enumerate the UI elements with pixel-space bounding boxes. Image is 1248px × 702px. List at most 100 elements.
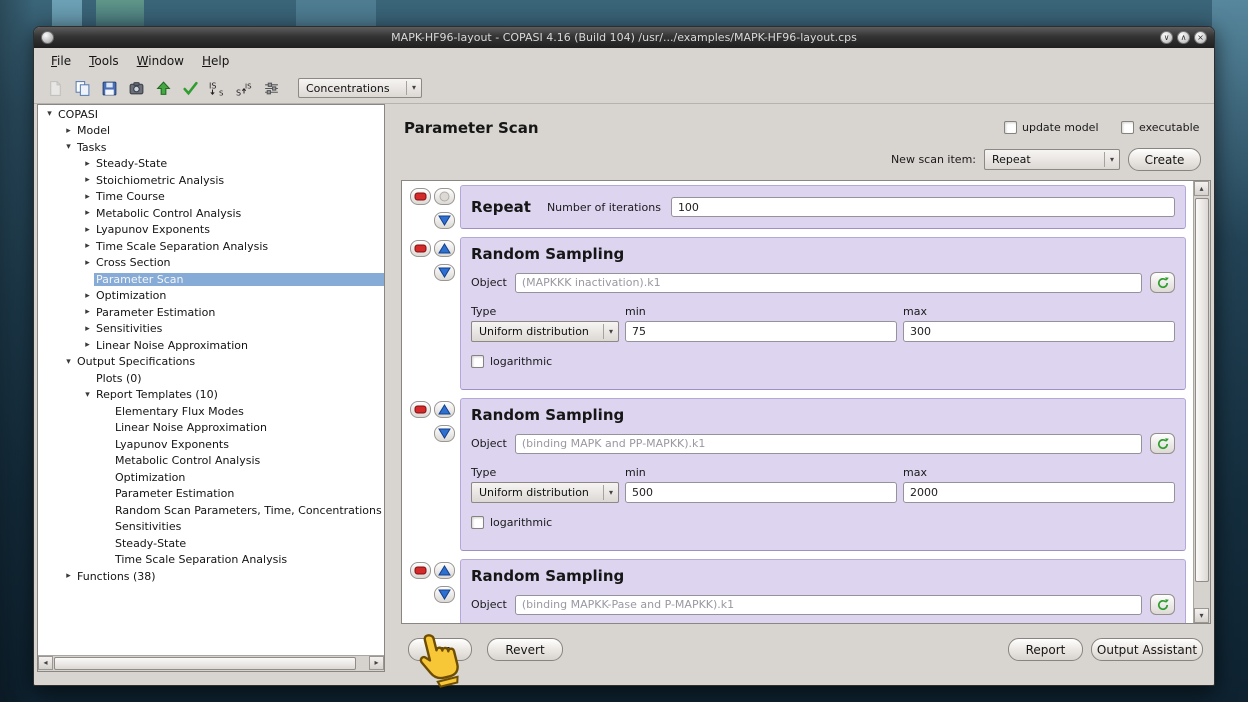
tree-item-metabolic-control-analysis[interactable]: Metabolic Control Analysis bbox=[38, 453, 384, 470]
max-input[interactable] bbox=[903, 482, 1175, 503]
chevron-right-icon[interactable]: ▸ bbox=[81, 159, 94, 169]
chevron-right-icon[interactable]: ▸ bbox=[81, 175, 94, 185]
distribution-select[interactable]: Uniform distribution▾ bbox=[471, 321, 619, 342]
save-icon[interactable] bbox=[98, 77, 120, 99]
create-button[interactable]: Create bbox=[1128, 148, 1201, 171]
tree-item-model[interactable]: ▸Model bbox=[38, 123, 384, 140]
tree-item-functions-38[interactable]: ▸Functions (38) bbox=[38, 568, 384, 585]
object-input[interactable] bbox=[515, 595, 1142, 615]
scroll-up-icon[interactable]: ▴ bbox=[1194, 181, 1209, 196]
remove-scan-item-button[interactable] bbox=[410, 401, 431, 418]
select-object-button[interactable] bbox=[1150, 594, 1175, 615]
tree-item-linear-noise-approximation[interactable]: ▸Linear Noise Approximation bbox=[38, 337, 384, 354]
scroll-right-icon[interactable]: ▸ bbox=[369, 656, 384, 670]
chevron-right-icon[interactable]: ▸ bbox=[81, 192, 94, 202]
tree-item-time-scale-separation-analysis[interactable]: Time Scale Separation Analysis bbox=[38, 552, 384, 569]
min-input[interactable] bbox=[625, 321, 897, 342]
scrollbar-thumb[interactable] bbox=[54, 657, 356, 670]
title-bar[interactable]: MAPK-HF96-layout - COPASI 4.16 (Build 10… bbox=[34, 27, 1214, 48]
select-object-button[interactable] bbox=[1150, 433, 1175, 454]
logarithmic-option[interactable]: logarithmic bbox=[471, 516, 1175, 529]
logarithmic-checkbox[interactable] bbox=[471, 516, 484, 529]
new-scan-item-select[interactable]: Repeat ▾ bbox=[984, 149, 1120, 170]
tree-item-lyapunov-exponents[interactable]: ▸Lyapunov Exponents bbox=[38, 222, 384, 239]
output-assistant-button[interactable]: Output Assistant bbox=[1091, 638, 1203, 661]
object-input[interactable] bbox=[515, 434, 1142, 454]
tree-item-time-scale-separation-analysis[interactable]: ▸Time Scale Separation Analysis bbox=[38, 238, 384, 255]
chevron-right-icon[interactable]: ▸ bbox=[81, 340, 94, 350]
tree-item-parameter-estimation[interactable]: ▸Parameter Estimation bbox=[38, 304, 384, 321]
capture-image-icon[interactable] bbox=[125, 77, 147, 99]
logarithmic-checkbox[interactable] bbox=[471, 355, 484, 368]
new-file-icon[interactable] bbox=[44, 77, 66, 99]
tree-item-metabolic-control-analysis[interactable]: ▸Metabolic Control Analysis bbox=[38, 205, 384, 222]
close-icon[interactable]: × bbox=[1194, 31, 1207, 44]
chevron-right-icon[interactable]: ▸ bbox=[81, 258, 94, 268]
chevron-right-icon[interactable]: ▸ bbox=[81, 291, 94, 301]
tree-item-parameter-scan[interactable]: Parameter Scan bbox=[38, 271, 384, 288]
iterations-input[interactable] bbox=[671, 197, 1175, 217]
object-input[interactable] bbox=[515, 273, 1142, 293]
tree-item-random-scan-parameters-time-concentrations[interactable]: Random Scan Parameters, Time, Concentrat… bbox=[38, 502, 384, 519]
remove-scan-item-button[interactable] bbox=[410, 562, 431, 579]
chevron-right-icon[interactable]: ▸ bbox=[81, 241, 94, 251]
tree-item-copasi[interactable]: ▾COPASI bbox=[38, 106, 384, 123]
update-model-option[interactable]: update model bbox=[1004, 121, 1099, 134]
chevron-down-icon[interactable]: ▾ bbox=[43, 109, 56, 119]
tree-item-sensitivities[interactable]: Sensitivities bbox=[38, 519, 384, 536]
distribution-select[interactable]: Uniform distribution▾ bbox=[471, 482, 619, 503]
chevron-right-icon[interactable]: ▸ bbox=[62, 571, 75, 581]
executable-option[interactable]: executable bbox=[1121, 121, 1199, 134]
move-item-up-button[interactable] bbox=[434, 240, 455, 257]
menu-help[interactable]: Help bbox=[193, 51, 238, 71]
chevron-right-icon[interactable]: ▸ bbox=[81, 324, 94, 334]
move-item-down-button[interactable] bbox=[434, 264, 455, 281]
scrollbar-thumb[interactable] bbox=[1195, 198, 1209, 582]
maximize-icon[interactable]: ∧ bbox=[1177, 31, 1190, 44]
tree-item-elementary-flux-modes[interactable]: Elementary Flux Modes bbox=[38, 403, 384, 420]
minimize-icon[interactable]: ∨ bbox=[1160, 31, 1173, 44]
chevron-right-icon[interactable]: ▸ bbox=[81, 307, 94, 317]
tree-item-plots-0[interactable]: Plots (0) bbox=[38, 370, 384, 387]
scroll-left-icon[interactable]: ◂ bbox=[38, 656, 53, 670]
chevron-down-icon[interactable]: ▾ bbox=[62, 357, 75, 367]
logarithmic-option[interactable]: logarithmic bbox=[471, 355, 1175, 368]
tree-item-steady-state[interactable]: ▸Steady-State bbox=[38, 156, 384, 173]
menu-window[interactable]: Window bbox=[128, 51, 193, 71]
chevron-right-icon[interactable]: ▸ bbox=[81, 208, 94, 218]
report-button[interactable]: Report bbox=[1008, 638, 1083, 661]
min-input[interactable] bbox=[625, 482, 897, 503]
tree-item-cross-section[interactable]: ▸Cross Section bbox=[38, 255, 384, 272]
remove-scan-item-button[interactable] bbox=[410, 240, 431, 257]
tree-item-time-course[interactable]: ▸Time Course bbox=[38, 189, 384, 206]
move-item-up-button[interactable] bbox=[434, 188, 455, 205]
move-item-down-button[interactable] bbox=[434, 425, 455, 442]
menu-tools[interactable]: Tools bbox=[80, 51, 128, 71]
tree-item-optimization[interactable]: ▸Optimization bbox=[38, 288, 384, 305]
tree-item-output-specifications[interactable]: ▾Output Specifications bbox=[38, 354, 384, 371]
move-item-up-button[interactable] bbox=[434, 401, 455, 418]
executable-checkbox[interactable] bbox=[1121, 121, 1134, 134]
scroll-down-icon[interactable]: ▾ bbox=[1194, 608, 1209, 623]
move-item-down-button[interactable] bbox=[434, 212, 455, 229]
select-object-button[interactable] bbox=[1150, 272, 1175, 293]
tree-item-sensitivities[interactable]: ▸Sensitivities bbox=[38, 321, 384, 338]
chevron-right-icon[interactable]: ▸ bbox=[62, 126, 75, 136]
vertical-scrollbar[interactable]: ▴ ▾ bbox=[1193, 181, 1210, 623]
check-icon[interactable] bbox=[179, 77, 201, 99]
tree-item-report-templates-10[interactable]: ▾Report Templates (10) bbox=[38, 387, 384, 404]
max-input[interactable] bbox=[903, 321, 1175, 342]
update-model-checkbox[interactable] bbox=[1004, 121, 1017, 134]
chevron-down-icon[interactable]: ▾ bbox=[62, 142, 75, 152]
tree-item-linear-noise-approximation[interactable]: Linear Noise Approximation bbox=[38, 420, 384, 437]
view-mode-select[interactable]: Concentrations ▾ bbox=[298, 78, 422, 98]
tree-item-steady-state[interactable]: Steady-State bbox=[38, 535, 384, 552]
menu-file[interactable]: File bbox=[42, 51, 80, 71]
sliders-icon[interactable] bbox=[260, 77, 282, 99]
tree-item-parameter-estimation[interactable]: Parameter Estimation bbox=[38, 486, 384, 503]
tree-item-stoichiometric-analysis[interactable]: ▸Stoichiometric Analysis bbox=[38, 172, 384, 189]
move-item-down-button[interactable] bbox=[434, 586, 455, 603]
steady-state-tool-icon[interactable]: ISS bbox=[206, 77, 228, 99]
window-menu-icon[interactable] bbox=[41, 31, 54, 44]
copy-icon[interactable] bbox=[71, 77, 93, 99]
